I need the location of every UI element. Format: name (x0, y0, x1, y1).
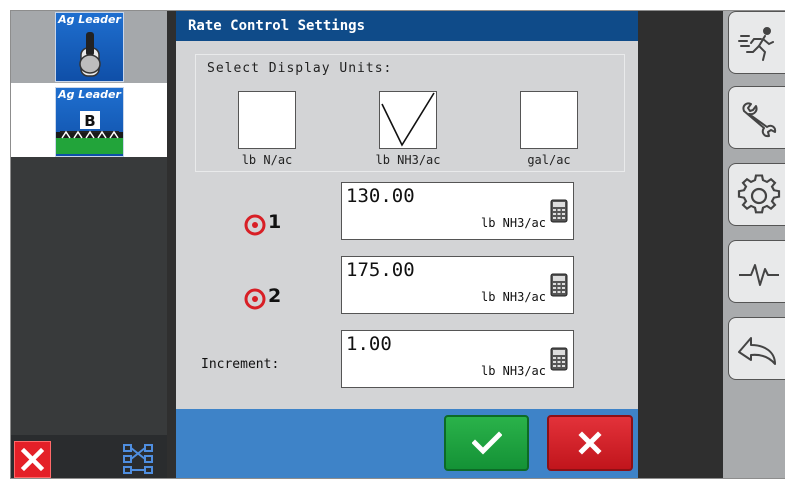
checkmark-icon (471, 431, 502, 455)
app-tile-boom[interactable]: Ag Leader B (55, 87, 124, 157)
ag-leader-logo: Ag Leader (58, 88, 121, 101)
right-rail (723, 11, 785, 478)
cancel-button[interactable] (547, 415, 633, 471)
rate-1-field[interactable]: 130.00 lb NH3/ac (341, 182, 574, 240)
unit-option-label: gal/ac (527, 153, 571, 167)
display-units-group: Select Display Units: lb N/ac lb NH3/ac … (195, 54, 625, 172)
boom-letter: B (84, 112, 95, 130)
rate-1-label: 1 (268, 211, 282, 233)
close-app-button[interactable] (14, 441, 51, 478)
close-icon (20, 447, 45, 472)
checkmark-icon (381, 92, 435, 147)
rate-control-dialog: Rate Control Settings Select Display Uni… (176, 11, 638, 478)
rate-1-unit: lb NH3/ac (480, 216, 546, 230)
ag-leader-logo: Ag Leader (58, 13, 121, 26)
increment-label: Increment: (201, 357, 280, 372)
rate-1-value: 130.00 (346, 185, 415, 207)
tools-button[interactable] (728, 86, 785, 149)
ok-button[interactable] (444, 415, 529, 471)
target-icon (244, 288, 266, 310)
settings-button[interactable] (728, 163, 785, 226)
gear-icon (737, 174, 781, 214)
rate-2-unit: lb NH3/ac (480, 290, 546, 304)
unit-option-label: lb N/ac (241, 153, 293, 167)
close-icon (578, 431, 602, 455)
wrench-icon (742, 102, 777, 138)
boom-b-icon: B (56, 111, 123, 154)
unit-option-lb-nh3[interactable] (379, 91, 437, 149)
calculator-icon[interactable] (550, 273, 568, 297)
rate-2-label: 2 (268, 285, 282, 307)
rate-2-value: 175.00 (346, 259, 415, 281)
increment-value: 1.00 (346, 333, 392, 355)
left-sidebar: Ag Leader Ag Leader B (11, 11, 167, 478)
target-icon (244, 214, 266, 236)
running-person-icon (738, 27, 774, 61)
dialog-title: Rate Control Settings (176, 11, 638, 41)
map-switch-button[interactable] (121, 441, 157, 476)
increment-field[interactable]: 1.00 lb NH3/ac (341, 330, 574, 388)
unit-option-lb-n[interactable] (238, 91, 296, 149)
display-frame: Ag Leader Ag Leader B Rate Control Setti… (10, 10, 785, 479)
increment-unit: lb NH3/ac (480, 364, 546, 378)
right-gap (638, 11, 723, 478)
units-label: Select Display Units: (207, 61, 393, 76)
calculator-icon[interactable] (550, 347, 568, 371)
dialog-footer (176, 409, 638, 478)
run-button[interactable] (728, 11, 785, 74)
toggle-switch-icon (79, 32, 101, 77)
diagnostics-icon (739, 264, 779, 286)
unit-option-label: lb NH3/ac (375, 153, 441, 167)
diagnostics-button[interactable] (728, 240, 785, 303)
back-icon (738, 337, 776, 365)
back-button[interactable] (728, 317, 785, 380)
app-tile-switch[interactable]: Ag Leader (55, 12, 124, 82)
unit-option-gal[interactable] (520, 91, 578, 149)
rate-2-field[interactable]: 175.00 lb NH3/ac (341, 256, 574, 314)
map-switch-icon (123, 444, 153, 474)
calculator-icon[interactable] (550, 199, 568, 223)
